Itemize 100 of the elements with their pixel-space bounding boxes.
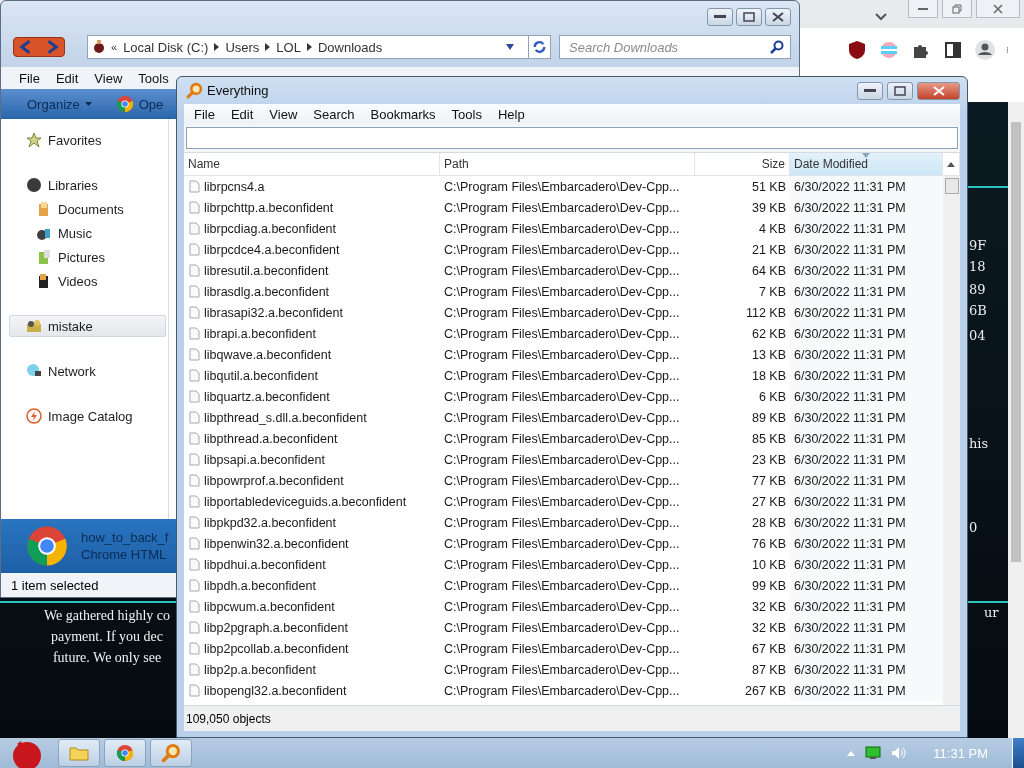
sidebar-item[interactable]: Favorites xyxy=(9,129,166,151)
monitor-icon[interactable] xyxy=(865,746,882,760)
file-name-cell[interactable]: libpkpd32.a.beconfident xyxy=(184,512,440,533)
file-icon xyxy=(188,285,201,298)
sidebar-item[interactable]: Videos xyxy=(9,270,166,292)
date-cell: 6/30/2022 11:31 PM xyxy=(790,491,943,512)
file-name-cell[interactable]: libp2pgraph.a.beconfident xyxy=(184,617,440,638)
file-name-cell[interactable]: librasapi32.a.beconfident xyxy=(184,302,440,323)
sidebar-item[interactable]: mistake xyxy=(9,315,166,337)
menu-item[interactable]: Tools xyxy=(130,70,177,86)
maximize-button[interactable] xyxy=(736,8,762,26)
maximize-button[interactable] xyxy=(887,81,913,100)
chevron-down-icon[interactable] xyxy=(874,12,888,22)
scrollbar[interactable] xyxy=(1008,102,1024,738)
overflow-chevron[interactable]: « xyxy=(111,41,118,53)
file-name-cell[interactable]: libpthread_s.dll.a.beconfident xyxy=(184,407,440,428)
date-cell: 6/30/2022 11:31 PM xyxy=(790,407,943,428)
sidebar-item[interactable]: Documents xyxy=(9,198,166,220)
size-cell-text: 76 KB xyxy=(750,535,787,553)
dropdown-icon[interactable] xyxy=(506,44,514,50)
file-name-cell[interactable]: libpcwum.a.beconfident xyxy=(184,596,440,617)
breadcrumb[interactable]: LOL xyxy=(276,39,301,55)
file-name-cell[interactable]: libpdhui.a.beconfident xyxy=(184,554,440,575)
file-icon xyxy=(188,180,201,193)
file-icon xyxy=(188,537,201,550)
breadcrumb[interactable]: Local Disk (C:) xyxy=(123,39,209,55)
arrow-icon xyxy=(306,43,312,51)
menu-item[interactable]: Help xyxy=(489,107,533,122)
date-cell: 6/30/2022 11:31 PM xyxy=(790,554,943,575)
file-name-cell[interactable]: libp2p.a.beconfident xyxy=(184,659,440,680)
menu-item[interactable]: Edit xyxy=(222,107,262,122)
file-name-cell[interactable]: libresutil.a.beconfident xyxy=(184,260,440,281)
path-cell-text: C:\Program Files\Embarcadero\Dev-Cpp... xyxy=(443,283,681,301)
file-name-cell[interactable]: librpchttp.a.beconfident xyxy=(184,197,440,218)
network-icon xyxy=(26,363,42,379)
date-cell: 6/30/2022 11:31 PM xyxy=(790,596,943,617)
chrome-icon xyxy=(116,744,134,762)
shield-icon[interactable] xyxy=(846,39,868,61)
avatar-icon[interactable] xyxy=(974,39,996,61)
taskbar-button[interactable] xyxy=(150,739,192,767)
menu-item[interactable]: Bookmarks xyxy=(362,107,444,122)
menu-item[interactable]: Edit xyxy=(47,70,87,86)
menu-item[interactable]: Search xyxy=(305,107,363,122)
date-cell: 6/30/2022 11:31 PM xyxy=(790,659,943,680)
breadcrumb[interactable]: Users xyxy=(225,39,260,55)
scrollbar[interactable] xyxy=(943,176,960,705)
search-field[interactable] xyxy=(186,127,958,149)
address-bar[interactable]: « Local Disk (C:) Users LOL Downloads xyxy=(87,35,551,59)
sidebar-item[interactable]: Pictures xyxy=(9,246,166,268)
file-name-cell[interactable]: libportabledeviceguids.a.beconfident xyxy=(184,491,440,512)
sidebar-item[interactable]: Libraries xyxy=(9,174,166,196)
sidebar-item[interactable]: Music xyxy=(9,222,166,244)
sidebar-item[interactable]: Network xyxy=(9,360,166,382)
file-name-cell[interactable]: libpowrprof.a.beconfident xyxy=(184,470,440,491)
file-name-cell[interactable]: libquartz.a.beconfident xyxy=(184,386,440,407)
minimize-button[interactable] xyxy=(908,0,938,18)
search-field[interactable]: Search Downloads xyxy=(559,35,791,59)
file-name-cell[interactable]: librasdlg.a.beconfident xyxy=(184,281,440,302)
pictures-icon xyxy=(36,249,52,265)
page-text: We gathered highly co xyxy=(44,607,170,625)
file-name-cell[interactable]: libpthread.a.beconfident xyxy=(184,428,440,449)
file-name-cell[interactable]: librapi.a.beconfident xyxy=(184,323,440,344)
file-name-cell[interactable]: libp2pcollab.a.beconfident xyxy=(184,638,440,659)
close-button[interactable] xyxy=(917,81,960,100)
menu-item[interactable]: Tools xyxy=(443,107,490,122)
file-icon xyxy=(188,369,201,382)
file-name-cell[interactable]: librpcns4.a xyxy=(184,176,440,197)
file-name-cell[interactable]: libpsapi.a.beconfident xyxy=(184,449,440,470)
sidebar-icon[interactable] xyxy=(942,39,964,61)
menu-item[interactable]: File xyxy=(11,70,48,86)
scroll-up-icon[interactable] xyxy=(947,161,955,167)
show-desktop-button[interactable] xyxy=(1012,738,1024,768)
date-cell: 6/30/2022 11:31 PM xyxy=(790,281,943,302)
minimize-button[interactable] xyxy=(857,81,883,100)
file-name-cell[interactable]: librpcdce4.a.beconfident xyxy=(184,239,440,260)
menu-item[interactable]: View xyxy=(86,70,131,86)
column-header[interactable]: Date Modified xyxy=(790,153,943,175)
close-button[interactable] xyxy=(765,8,791,26)
file-name-cell[interactable]: libpenwin32.a.beconfident xyxy=(184,533,440,554)
sidebar-item[interactable]: Image Catalog xyxy=(9,405,166,427)
maximize-icon xyxy=(894,85,906,96)
file-name-cell[interactable]: libpdh.a.beconfident xyxy=(184,575,440,596)
page-text: ur xyxy=(984,605,999,620)
file-icon xyxy=(188,264,201,277)
date-cell: 6/30/2022 11:31 PM xyxy=(790,449,943,470)
size-cell-text: 7 KB xyxy=(757,283,787,301)
minimize-button[interactable] xyxy=(707,8,733,26)
file-name-cell[interactable]: librpcdiag.a.beconfident xyxy=(184,218,440,239)
path-cell-text: C:\Program Files\Embarcadero\Dev-Cpp... xyxy=(443,430,681,448)
back-forward-buttons[interactable] xyxy=(13,37,65,57)
breadcrumb[interactable]: Downloads xyxy=(317,39,383,55)
taskbar-button[interactable] xyxy=(104,739,146,767)
size-cell-text: 62 KB xyxy=(750,325,787,343)
page-text: 04 xyxy=(969,328,986,343)
file-name-cell[interactable]: libopengl32.a.beconfident xyxy=(184,680,440,701)
menu-item[interactable]: File xyxy=(186,107,223,122)
file-name-cell[interactable]: libqutil.a.beconfident xyxy=(184,365,440,386)
file-name-cell[interactable]: libqwave.a.beconfident xyxy=(184,344,440,365)
page-text: 18 xyxy=(969,259,986,274)
menu-item[interactable]: View xyxy=(261,107,306,122)
